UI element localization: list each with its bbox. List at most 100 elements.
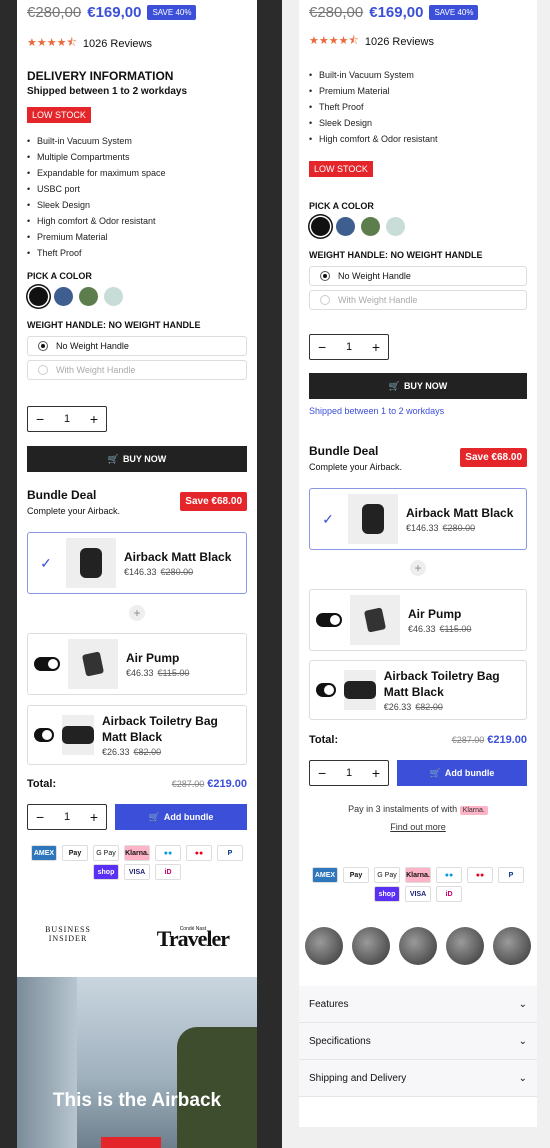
add-bundle-button[interactable]: 🛒 Add bundle — [115, 804, 247, 830]
minus-icon[interactable]: − — [318, 339, 326, 355]
rating-row[interactable]: ★★★★⯪ 1026 Reviews — [309, 32, 527, 51]
add-bundle-button[interactable]: 🛒 Add bundle — [397, 760, 527, 786]
bundle-item-air-pump[interactable]: Air Pump €46.33 €115.00 — [309, 589, 527, 651]
toggle-switch[interactable] — [34, 657, 60, 671]
list-item: Premium Material — [309, 83, 527, 99]
bundle-item-airback[interactable]: ✓ Airback Matt Black €146.33 €280.00 — [309, 488, 527, 550]
new-price: €169,00 — [87, 3, 142, 21]
toggle-switch[interactable] — [316, 683, 336, 697]
swatch-mint[interactable] — [386, 217, 405, 236]
plus-icon[interactable]: + — [372, 339, 380, 355]
product-old-price: €280.00 — [160, 567, 194, 577]
amex-icon: AMEX — [31, 845, 57, 861]
plus-icon: + — [129, 605, 145, 621]
accordion-specifications[interactable]: Specifications ⌄ — [299, 1023, 537, 1060]
plus-icon[interactable]: + — [372, 765, 380, 781]
product-thumb — [62, 715, 95, 755]
total-old: €287.00 — [171, 779, 205, 789]
building-shape — [17, 977, 77, 1148]
toggle-switch[interactable] — [34, 728, 55, 742]
product-old-price: €82.00 — [415, 702, 443, 712]
option-with-weight[interactable]: With Weight Handle — [27, 360, 247, 380]
swatch-green[interactable] — [79, 287, 98, 306]
ideal-icon: iD — [436, 886, 462, 902]
shop-pay-icon: shop — [374, 886, 400, 902]
buy-now-button[interactable]: 🛒 BUY NOW — [27, 446, 247, 472]
bundle-item-toiletry[interactable]: Airback Toiletry Bag Matt Black €26.33 €8… — [27, 705, 247, 765]
accordion-features[interactable]: Features ⌄ — [299, 986, 537, 1023]
rating-row[interactable]: ★★★★⯪ 1026 Reviews — [27, 34, 247, 53]
swatch-black[interactable] — [29, 287, 48, 306]
press-logos: BUSINESS INSIDER Condé Nast Traveler — [17, 925, 257, 950]
minus-icon[interactable]: − — [36, 411, 44, 427]
visa-icon: VISA — [405, 886, 431, 902]
quantity-stepper[interactable]: − 1 + — [309, 334, 389, 360]
klarna-icon: Klarna. — [405, 867, 431, 883]
list-item: Premium Material — [27, 229, 247, 245]
radio-on-icon — [320, 271, 330, 281]
swatch-mint[interactable] — [104, 287, 123, 306]
new-price: €169,00 — [369, 3, 424, 21]
swatch-black[interactable] — [311, 217, 330, 236]
total-label: Total: — [27, 778, 57, 790]
swatch-blue[interactable] — [54, 287, 73, 306]
option-label: No Weight Handle — [338, 271, 411, 281]
find-out-more-link[interactable]: Find out more — [309, 822, 527, 832]
color-label: PICK A COLOR — [27, 271, 92, 281]
list-item: High comfort & Odor resistant — [27, 213, 247, 229]
review-photo[interactable] — [399, 927, 437, 965]
paypal-icon: P — [498, 867, 524, 883]
right-screen-frame: €280,00 €169,00 SAVE 40% ★★★★⯪ 1026 Revi… — [282, 0, 550, 1148]
minus-icon[interactable]: − — [36, 809, 44, 825]
plus-icon[interactable]: + — [90, 809, 98, 825]
klarna-icon: Klarna. — [459, 806, 488, 815]
minus-icon[interactable]: − — [318, 765, 326, 781]
add-bundle-row: − 1 + 🛒 Add bundle — [27, 804, 247, 830]
chevron-down-icon: ⌄ — [518, 1035, 527, 1047]
accordion-label: Shipping and Delivery — [309, 1072, 407, 1084]
bundle-item-toiletry[interactable]: Airback Toiletry Bag Matt Black €26.33 €8… — [309, 660, 527, 720]
bundle-item-airback[interactable]: ✓ Airback Matt Black €146.33 €280.00 — [27, 532, 247, 594]
radio-off-icon — [320, 295, 330, 305]
bundle-plus: + — [27, 599, 247, 627]
quantity-stepper[interactable]: − 1 + — [309, 760, 389, 786]
product-price: €26.33 — [383, 702, 412, 712]
product-price: €26.33 — [102, 747, 130, 757]
bundle-item-air-pump[interactable]: Air Pump €46.33 €115.00 — [27, 633, 247, 695]
product-name: Air Pump — [408, 607, 462, 621]
product-price: €46.33 — [408, 624, 436, 634]
quantity-stepper[interactable]: − 1 + — [27, 406, 107, 432]
plus-icon[interactable]: + — [90, 411, 98, 427]
product-old-price: €280.00 — [442, 523, 476, 533]
buy-now-label: BUY NOW — [122, 454, 167, 464]
business-insider-logo: BUSINESS INSIDER — [45, 925, 91, 943]
buy-now-button[interactable]: 🛒 BUY NOW — [309, 373, 527, 399]
product-old-price: €115.00 — [439, 624, 472, 634]
paypal-icon: P — [217, 845, 243, 861]
review-photo[interactable] — [352, 927, 390, 965]
quantity-stepper[interactable]: − 1 + — [27, 804, 107, 830]
toggle-switch[interactable] — [316, 613, 342, 627]
bundle-title: Bundle Deal — [309, 444, 379, 458]
right-screen: €280,00 €169,00 SAVE 40% ★★★★⯪ 1026 Revi… — [299, 0, 537, 1127]
ideal-icon: iD — [155, 864, 181, 880]
hero-cta-button[interactable] — [101, 1137, 161, 1148]
option-with-weight[interactable]: With Weight Handle — [309, 290, 527, 310]
review-photo[interactable] — [446, 927, 484, 965]
swatch-blue[interactable] — [336, 217, 355, 236]
list-item: Sleek Design — [27, 197, 247, 213]
review-photo[interactable] — [305, 927, 343, 965]
shipped-note[interactable]: Shipped between 1 to 2 workdays — [309, 406, 527, 416]
option-no-weight[interactable]: No Weight Handle — [27, 336, 247, 356]
klarna-note: Pay in 3 instalments of with Klarna. — [309, 804, 527, 815]
save-badge: SAVE 40% — [147, 4, 197, 20]
swatch-green[interactable] — [361, 217, 380, 236]
color-label: PICK A COLOR — [309, 201, 374, 211]
option-no-weight[interactable]: No Weight Handle — [309, 266, 527, 286]
cart-icon: 🛒 — [148, 811, 160, 822]
review-photo[interactable] — [493, 927, 531, 965]
feature-list: Built-in Vacuum System Premium Material … — [309, 67, 527, 147]
list-item: Theft Proof — [27, 245, 247, 261]
product-thumb — [348, 494, 398, 544]
accordion-shipping[interactable]: Shipping and Delivery ⌄ — [299, 1060, 537, 1097]
